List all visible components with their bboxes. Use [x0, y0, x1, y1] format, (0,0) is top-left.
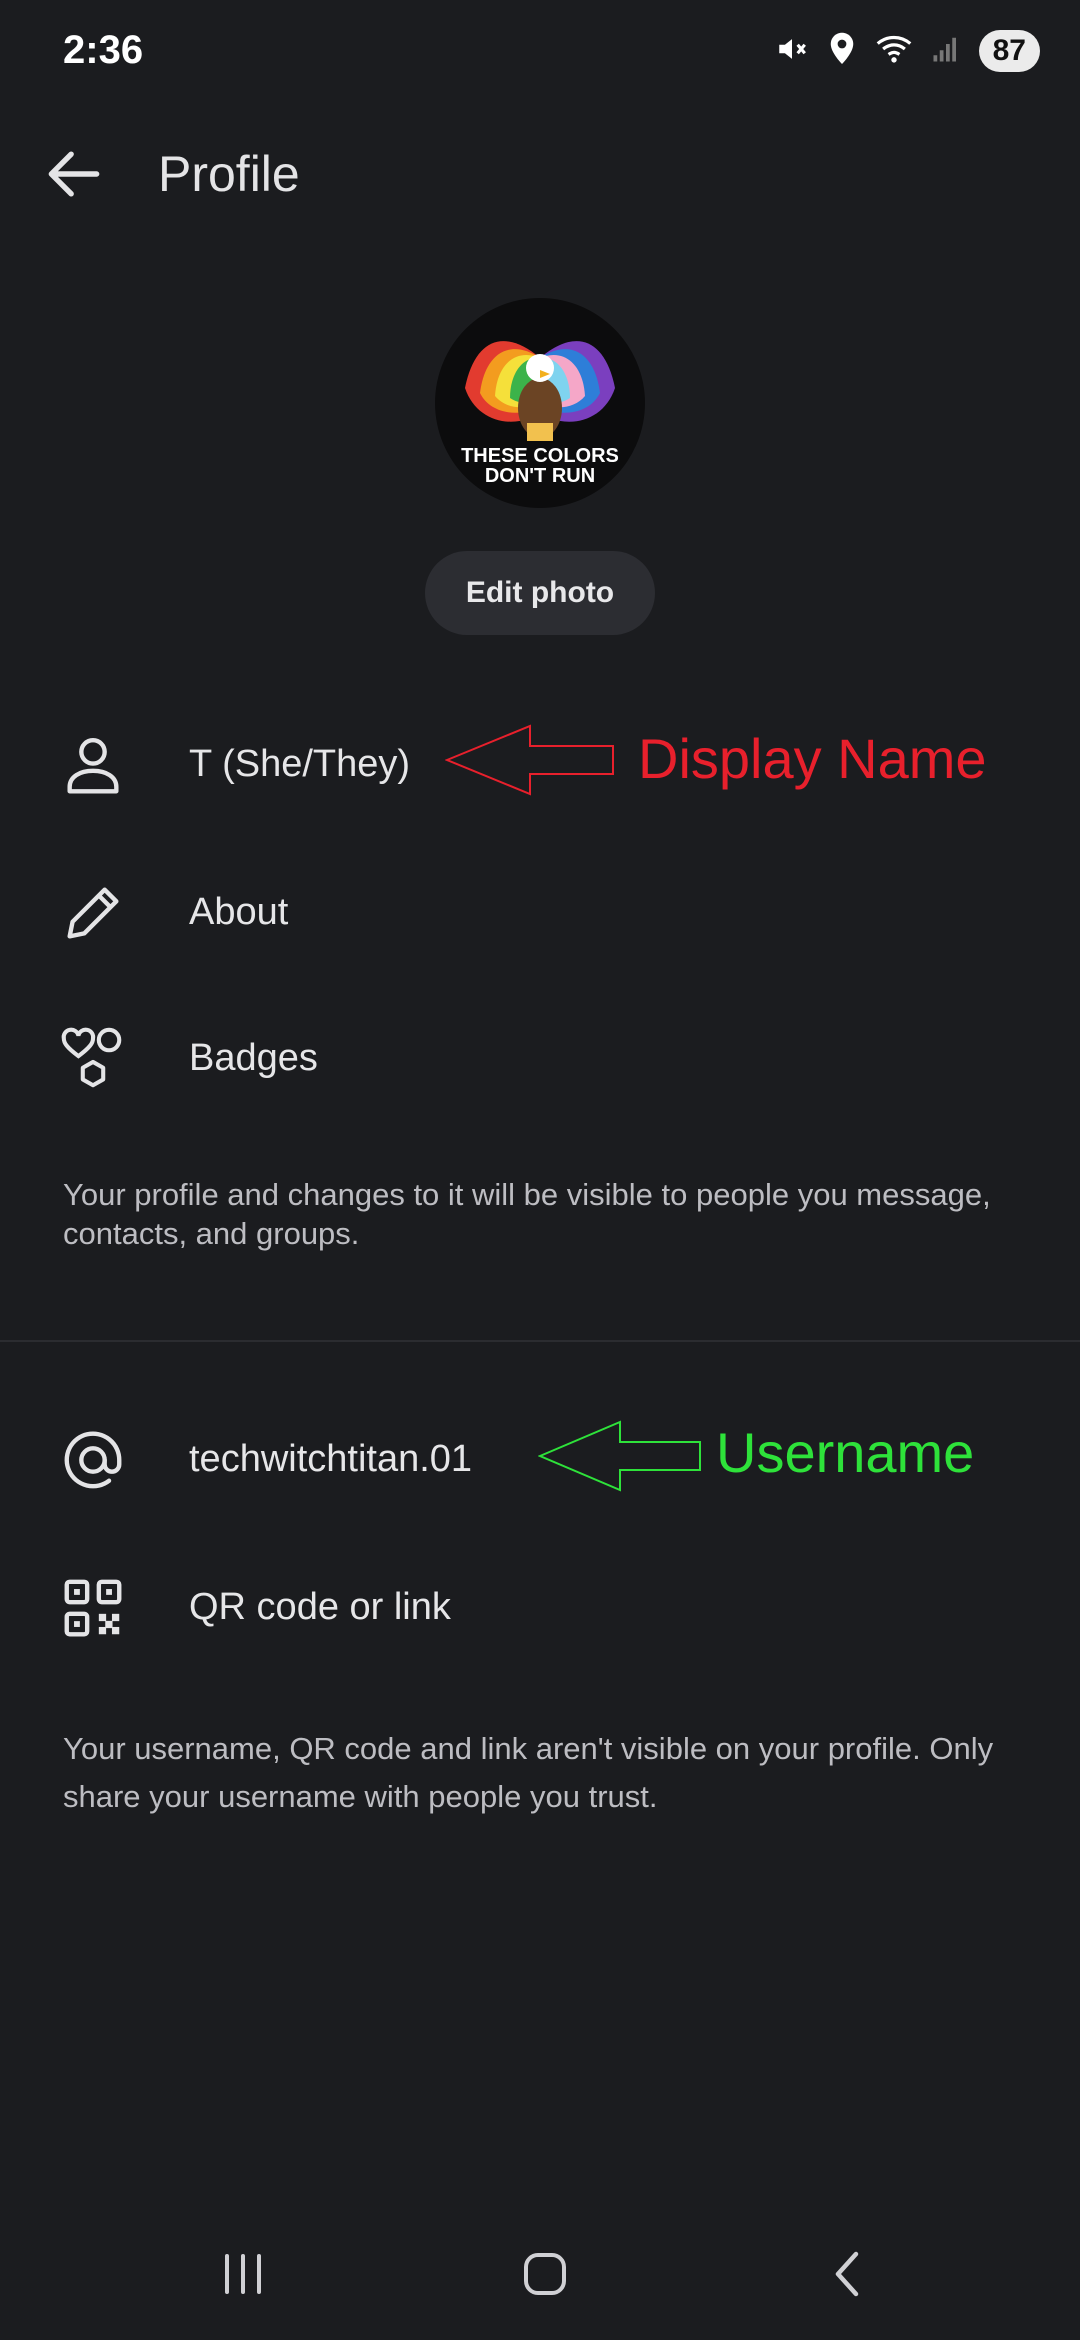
page-title: Profile [158, 146, 300, 202]
badges-label: Badges [189, 1037, 318, 1079]
home-button[interactable] [505, 2234, 585, 2314]
pencil-icon [67, 887, 119, 939]
wifi-icon [875, 32, 913, 71]
qr-code-icon [64, 1579, 122, 1637]
username-privacy-note: Your username, QR code and link aren't v… [63, 1731, 994, 1814]
arrow-left-icon [48, 151, 100, 197]
profile-name-label: T (She/They) [189, 743, 411, 785]
username-annotation: Username [716, 1421, 975, 1484]
avatar-line-1: THESE COLORS [461, 445, 619, 467]
at-sign-icon [64, 1431, 122, 1489]
profile-row-about[interactable]: About [0, 858, 1080, 968]
avatar-line-2: DON'T RUN [484, 465, 596, 487]
avatar[interactable]: THESE COLORS DON'T RUN [435, 298, 645, 508]
red-arrow-annotation [445, 724, 614, 796]
status-time: 2:36 [63, 28, 144, 72]
system-back-button[interactable] [808, 2234, 888, 2314]
display-name-annotation: Display Name [638, 727, 987, 790]
recents-button[interactable] [203, 2234, 283, 2314]
section-divider [0, 1340, 1080, 1342]
about-label: About [189, 891, 289, 933]
battery-icon: 87 [978, 30, 1040, 72]
back-icon [835, 2251, 859, 2297]
status-icons: 87 [775, 30, 1040, 72]
green-arrow-annotation [538, 1420, 701, 1492]
profile-row-badges[interactable]: Badges [0, 1004, 1080, 1114]
qr-code-label: QR code or link [189, 1586, 451, 1628]
location-icon [827, 31, 857, 72]
back-button[interactable] [40, 140, 108, 208]
signal-icon [931, 32, 961, 71]
username-label: techwitchtitan.01 [189, 1438, 473, 1480]
home-icon [524, 2253, 566, 2295]
badges-icon [61, 1027, 122, 1088]
mute-icon [775, 32, 809, 71]
edit-photo-button[interactable]: Edit photo [425, 551, 655, 635]
recents-icon [225, 2254, 261, 2294]
qr-code-row[interactable]: QR code or link [0, 1553, 1080, 1663]
person-icon [67, 738, 119, 794]
profile-visibility-note: Your profile and changes to it will be v… [63, 1177, 991, 1251]
